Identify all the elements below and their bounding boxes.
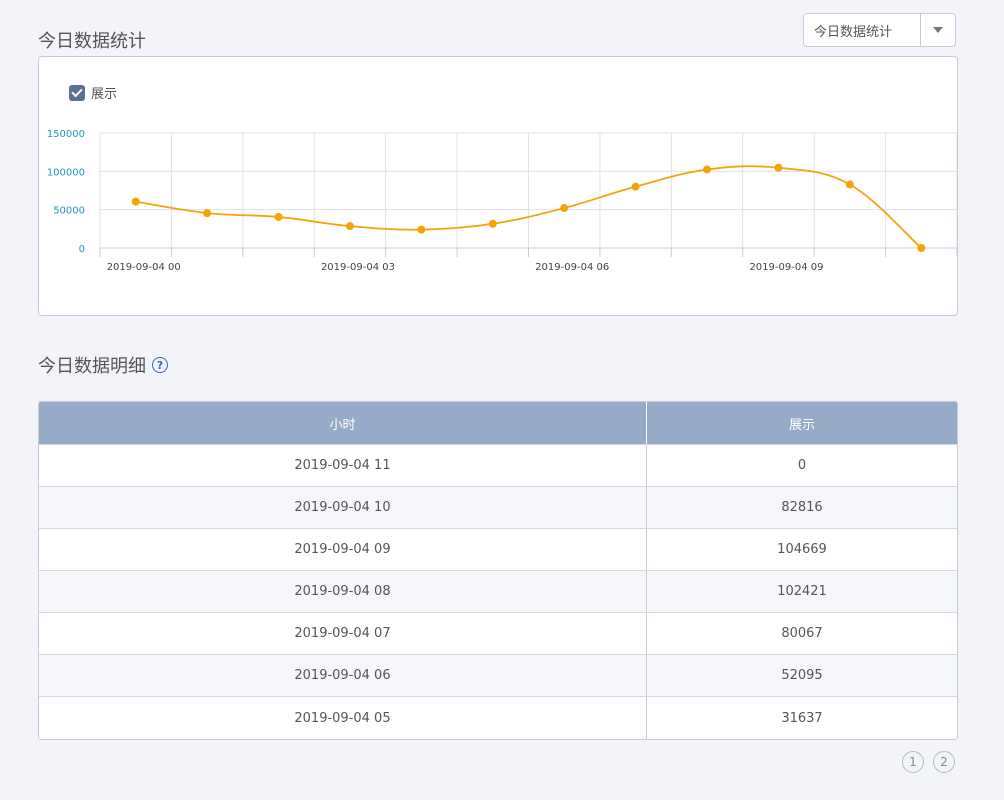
cell-display: 52095 — [781, 668, 823, 683]
data-point — [131, 197, 140, 206]
line-chart: 150000 100000 50000 0 2019-09-04 00 2019-09-0… — [47, 129, 957, 273]
dropdown-selected-label: 今日数据统计 — [814, 24, 893, 40]
cell-hour: 2019-09-04 08 — [39, 571, 647, 612]
data-point — [560, 204, 569, 213]
page-button-2[interactable]: 2 — [933, 751, 955, 773]
data-point — [345, 222, 354, 231]
data-point — [845, 180, 854, 189]
data-point — [203, 209, 212, 218]
data-point — [703, 165, 712, 174]
table-row: 2019-09-04 10 82816 — [39, 487, 957, 529]
cell-display: 0 — [797, 458, 807, 473]
stats-section-title: 今日数据统计 — [38, 31, 146, 52]
cell-display: 102421 — [777, 584, 827, 599]
x-tick-label: 2019-09-04 06 — [535, 262, 609, 273]
table-header-row: 小时 展示 — [39, 402, 957, 445]
x-tick-label: 2019-09-04 00 — [107, 262, 181, 273]
table-row: 2019-09-04 05 31637 — [39, 697, 957, 739]
header-display: 展示 — [788, 417, 815, 433]
y-tick-label: 100000 — [47, 167, 85, 178]
cell-display: 31637 — [781, 710, 823, 726]
chart-card: 展示 150000 100000 50000 0 2019-09-04 00 2019-0… — [38, 56, 958, 316]
cell-hour: 2019-09-04 06 — [39, 655, 647, 696]
table-row: 2019-09-04 11 0 — [39, 445, 957, 487]
cell-hour: 2019-09-04 05 — [39, 697, 647, 739]
help-icon[interactable]: ? — [152, 357, 168, 373]
data-point — [917, 244, 926, 252]
page-button-1[interactable]: 1 — [902, 751, 924, 773]
table-row: 2019-09-04 08 102421 — [39, 571, 957, 613]
y-tick-label: 50000 — [53, 206, 85, 217]
cell-hour: 2019-09-04 10 — [39, 487, 647, 528]
cell-hour: 2019-09-04 11 — [39, 445, 647, 486]
data-point — [774, 163, 783, 172]
cell-display: 104669 — [777, 542, 827, 557]
detail-table: 小时 展示 2019-09-04 11 0 2019-09-04 10 82816 20… — [38, 401, 958, 740]
stats-range-dropdown[interactable]: 今日数据统计 — [803, 13, 956, 47]
chevron-down-icon[interactable] — [920, 14, 955, 46]
cell-hour: 2019-09-04 07 — [39, 613, 647, 654]
cell-display: 82816 — [781, 500, 823, 515]
header-hour: 小时 — [39, 402, 647, 444]
detail-title-text: 今日数据明细 — [38, 356, 146, 377]
y-tick-label: 0 — [79, 244, 85, 255]
x-tick-label: 2019-09-04 09 — [749, 262, 823, 273]
data-point — [631, 182, 640, 191]
data-point — [488, 219, 497, 228]
table-row: 2019-09-04 09 104669 — [39, 529, 957, 571]
data-point — [274, 212, 283, 221]
pagination: 1 2 — [902, 751, 955, 773]
detail-section-title: 今日数据明细 ? — [38, 352, 168, 378]
cell-display: 80067 — [781, 626, 823, 641]
y-tick-label: 150000 — [47, 129, 85, 140]
data-point — [417, 225, 426, 234]
cell-hour: 2019-09-04 09 — [39, 529, 647, 570]
x-tick-label: 2019-09-04 03 — [321, 262, 395, 273]
table-row: 2019-09-04 07 80067 — [39, 613, 957, 655]
table-row: 2019-09-04 06 52095 — [39, 655, 957, 697]
